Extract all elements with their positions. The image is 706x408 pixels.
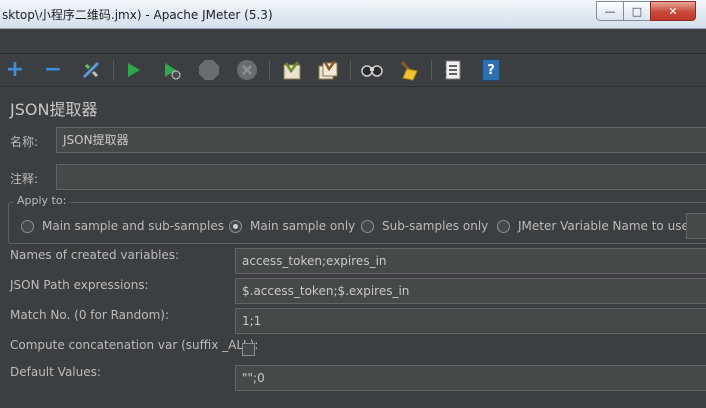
remove-button[interactable]: − [41,58,65,82]
help-icon: ? [482,59,500,81]
minimize-button[interactable]: — [596,1,624,21]
toolbar: + − ? [0,54,706,87]
shutdown-button[interactable] [235,58,259,82]
help-button[interactable]: ? [479,58,503,82]
var-names-input[interactable]: access_token;expires_in [235,248,706,274]
radio-main-only-label[interactable]: Main sample only [250,219,355,233]
radio-main-and-sub[interactable] [21,220,34,233]
defaults-label: Default Values: [10,365,101,379]
clear-all-button[interactable] [316,58,340,82]
defaults-input[interactable]: "";0 [235,365,706,391]
title-bar: sktop\小程序二维码.jmx) - Apache JMeter (5.3) … [0,0,706,29]
close-button[interactable]: ✕ [650,1,696,21]
comment-label: 注释: [10,172,39,186]
start-no-pause-button[interactable] [159,58,183,82]
window-controls: — □ ✕ [596,1,696,21]
toolbar-separator [269,60,270,80]
radio-jmeter-variable[interactable] [497,220,510,233]
start-no-pause-icon [165,63,181,80]
panel-title: JSON提取器 [10,100,98,119]
function-helper-button[interactable] [441,58,465,82]
concat-checkbox[interactable] [242,343,255,356]
name-input[interactable]: JSON提取器 [56,127,706,153]
json-path-label: JSON Path expressions: [10,278,149,292]
toggle-button[interactable] [79,58,103,82]
radio-jmeter-variable-label[interactable]: JMeter Variable Name to use [518,219,689,233]
clear-icon [283,61,301,80]
shutdown-icon [237,60,257,80]
toolbar-separator [113,60,114,80]
radio-sub-only-label[interactable]: Sub-samples only [382,219,488,233]
add-button[interactable]: + [3,58,27,82]
maximize-button[interactable]: □ [623,1,651,21]
concat-label: Compute concatenation var (suffix _ALL): [10,338,259,352]
jmeter-variable-input[interactable] [686,213,706,239]
function-helper-icon [444,60,461,80]
reset-search-icon [400,61,418,81]
comment-input[interactable] [56,164,706,190]
var-names-label: Names of created variables: [10,248,180,262]
start-button[interactable] [121,58,145,82]
toolbar-separator [350,60,351,80]
stop-icon [199,60,219,80]
apply-to-title: Apply to: [14,194,70,207]
toolbar-separator [431,60,432,80]
radio-main-and-sub-label[interactable]: Main sample and sub-samples [42,219,224,233]
stop-button[interactable] [197,58,221,82]
menu-bar [0,29,706,54]
clear-button[interactable] [280,58,304,82]
window-title: sktop\小程序二维码.jmx) - Apache JMeter (5.3) [2,8,273,22]
match-no-input[interactable]: 1;1 [235,308,706,334]
search-icon [361,65,383,77]
search-button[interactable] [360,58,384,82]
match-no-label: Match No. (0 for Random): [10,308,170,322]
start-icon [128,63,140,77]
toggle-icon [82,61,100,79]
reset-search-button[interactable] [397,58,421,82]
radio-sub-only[interactable] [361,220,374,233]
json-path-input[interactable]: $.access_token;$.expires_in [235,278,706,304]
radio-main-only[interactable] [229,220,242,233]
clear-all-icon [318,60,338,80]
add-icon: + [5,57,25,82]
name-label: 名称: [10,135,39,149]
remove-icon: − [43,57,63,82]
